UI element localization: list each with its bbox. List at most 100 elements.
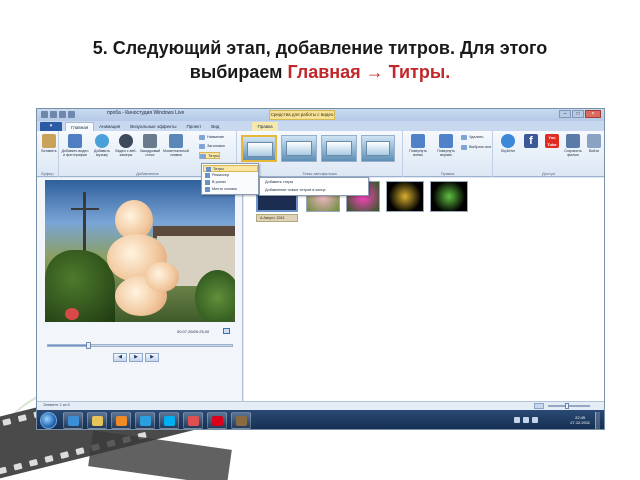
add-video-button[interactable]: Добавить видео и фотографии [61,134,89,157]
taskbar-button-explorer[interactable] [87,412,107,429]
app-menu-icon[interactable] [41,111,48,118]
share-group-label: Доступ [541,171,556,176]
media-player-icon [116,416,127,426]
slide-title-prefix: выбираем [189,62,288,82]
next-frame-button[interactable]: ▶ [145,353,159,362]
status-text: Элемент 2 из 5 [43,403,70,407]
theme-thumb-1[interactable] [241,135,277,162]
snapshot-button[interactable]: Моментальный снимок [163,134,189,157]
tab-home[interactable]: Главная [65,122,95,131]
window-controls: – □ × [559,110,601,118]
sign-in-button[interactable]: Войти [585,134,603,153]
credits-dropdown: Титры Режиссер В ролях Место съемок [201,163,259,195]
network-icon[interactable] [523,417,529,423]
editing-group: Повернуть влево Повернуть вправо Удалить… [403,131,493,177]
menu-item-director[interactable]: Режиссер [203,172,258,179]
taskbar-button-opera[interactable] [207,412,227,429]
storyboard: A Август, 2011 [244,178,604,401]
paste-button[interactable]: Вставить [38,134,60,153]
taskbar-button-ie[interactable] [63,412,83,429]
youtube-icon: You Tube [545,134,559,148]
credits-button[interactable]: Титры [199,152,220,159]
taskbar-button-movie-maker[interactable] [231,412,251,429]
film-add-icon [68,134,82,148]
play-button[interactable]: ▶ [129,353,143,362]
tab-edit[interactable]: Правка [252,122,278,131]
theme-thumb-3[interactable] [321,135,357,162]
menu-item-starring[interactable]: В ролях [203,179,258,186]
slide-title-line1: 5. Следующий этап, добавление титров. Дл… [92,38,548,58]
clipboard-group-label: Буфер [41,171,54,176]
select-all-button[interactable]: Выбрать все [461,144,491,151]
playback-controls: ◀ ▶ ▶ [113,353,159,362]
taskbar-button-photo-gallery[interactable] [135,412,155,429]
editing-group-label: Правка [440,171,455,176]
music-note-icon [95,134,109,148]
flag-icon[interactable] [514,417,520,423]
caption-chip[interactable]: A Август, 2011 [256,214,298,222]
tab-project[interactable]: Проект [181,122,206,131]
taskbar-button-paint[interactable] [183,412,203,429]
save-icon[interactable] [50,111,57,118]
clock[interactable]: 22:45 27.12.2011 [570,415,590,425]
skydrive-button[interactable]: SkyDrive [497,134,519,153]
caption-button[interactable]: Заголовок [199,143,225,150]
title-button[interactable]: Название [199,134,224,141]
maximize-button[interactable]: □ [572,110,584,118]
slide: 5. Следующий этап, добавление титров. Дл… [0,0,640,480]
tree [45,250,115,322]
clipboard-icon [42,134,56,148]
opera-icon [212,416,223,426]
delete-button[interactable]: Удалить [461,134,484,141]
show-desktop-button[interactable] [595,412,600,429]
theme-thumb-4[interactable] [361,135,395,162]
fullscreen-icon[interactable] [223,328,230,334]
facebook-icon: f [524,134,538,148]
slide-title: 5. Следующий этап, добавление титров. Дл… [20,36,620,84]
red-flower [65,308,79,320]
redo-icon[interactable] [68,111,75,118]
webcam-button[interactable]: Видео с веб-камеры [115,134,137,157]
thumbnail-size-icon[interactable] [534,403,544,409]
add-music-button[interactable]: Добавить музыку [91,134,113,157]
zoom-slider[interactable] [534,403,594,409]
facebook-button[interactable]: f [520,134,542,148]
rotate-left-button[interactable]: Повернуть влево [405,134,431,157]
seek-bar[interactable] [47,342,233,349]
tab-view[interactable]: Вид [206,122,224,131]
tooltip-title: Добавить титры [265,180,294,184]
window-title: проба - Киностудия Windows Live [107,110,185,116]
undo-icon[interactable] [59,111,66,118]
theme-thumb-2[interactable] [281,135,317,162]
start-button[interactable] [40,412,57,429]
rotate-right-button[interactable]: Повернуть вправо [433,134,459,157]
previous-frame-button[interactable]: ◀ [113,353,127,362]
seek-handle[interactable] [86,342,92,349]
menu-item-credits[interactable]: Титры [203,165,258,172]
close-button[interactable]: × [585,110,601,118]
volume-icon[interactable] [532,417,538,423]
save-movie-icon [566,134,580,148]
menu-item-location[interactable]: Место съемок [203,186,258,193]
timecode: 00:07,26/00:25,00 [177,329,210,334]
taskbar-button-media-player[interactable] [111,412,131,429]
credits-tooltip: Добавить титры Добавление новых титров в… [259,177,369,196]
paint-icon [188,416,199,426]
video-preview[interactable] [45,180,235,322]
clip-sparkle-green[interactable] [430,181,468,212]
clip-sparkle-gold[interactable] [386,181,424,212]
save-movie-button[interactable]: Сохранить фильм [563,134,583,157]
tooltip-description: Добавление новых титров в конце [265,188,326,192]
tab-visual-effects[interactable]: Визуальные эффекты [125,122,181,131]
narration-button[interactable]: Закадровый голос [139,134,161,157]
webcam-icon [119,134,133,148]
file-menu-button[interactable]: ▾ [40,122,62,131]
tab-animations[interactable]: Анимация [94,122,125,131]
microphone-icon [143,134,157,148]
skydrive-icon [501,134,515,148]
zoom-handle[interactable] [565,403,570,409]
user-icon [587,134,601,148]
minimize-button[interactable]: – [559,110,571,118]
taskbar-button-skype[interactable] [159,412,179,429]
youtube-button[interactable]: You Tube [541,134,563,148]
